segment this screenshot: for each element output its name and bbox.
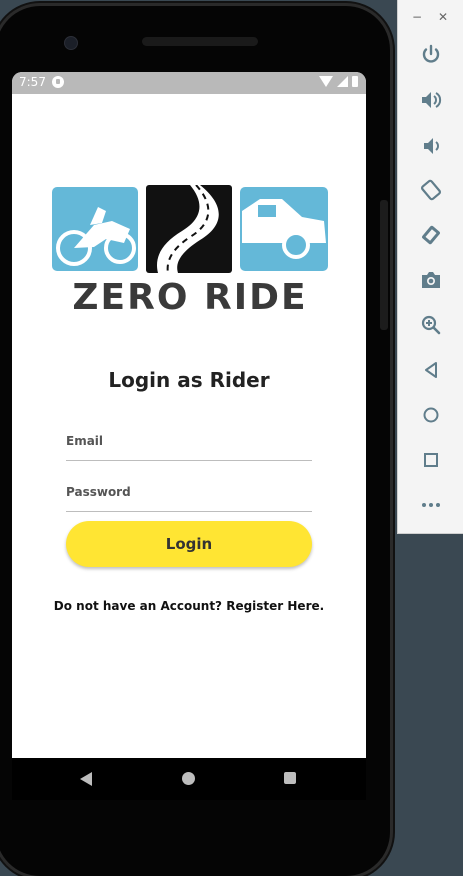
earpiece-speaker <box>142 37 258 46</box>
side-button <box>380 200 388 330</box>
password-field[interactable] <box>66 473 312 512</box>
emulator-toolbar: − ✕ <box>397 0 463 534</box>
camera-icon[interactable] <box>419 268 443 292</box>
signal-icon <box>337 76 348 87</box>
status-time: 7:57 <box>19 75 46 89</box>
nav-home-icon[interactable] <box>182 772 195 785</box>
front-camera <box>64 36 78 50</box>
password-input[interactable] <box>66 473 312 511</box>
zoom-icon[interactable] <box>419 313 443 337</box>
rotate-left-icon[interactable] <box>419 178 443 202</box>
page-title: Login as Rider <box>108 368 270 392</box>
notification-icon <box>52 76 64 88</box>
overview-icon[interactable] <box>419 448 443 472</box>
svg-text:ZERO RIDE: ZERO RIDE <box>72 277 307 315</box>
home-icon[interactable] <box>419 403 443 427</box>
status-icons <box>319 76 358 87</box>
volume-up-icon[interactable] <box>419 88 443 112</box>
more-icon[interactable] <box>419 493 443 517</box>
close-button[interactable]: ✕ <box>438 10 448 24</box>
status-bar: 7:57 <box>12 72 366 94</box>
register-link[interactable]: Do not have an Account? Register Here. <box>12 599 366 613</box>
battery-icon <box>352 76 358 87</box>
wifi-icon <box>319 76 333 87</box>
email-input[interactable] <box>66 422 312 460</box>
back-icon[interactable] <box>419 358 443 382</box>
power-icon[interactable] <box>419 43 443 67</box>
system-nav-bar <box>12 758 366 800</box>
zero-ride-logo: ZERO RIDE <box>52 185 328 315</box>
rotate-right-icon[interactable] <box>419 223 443 247</box>
login-button[interactable]: Login <box>66 521 312 567</box>
minimize-button[interactable]: − <box>412 10 422 24</box>
email-field[interactable] <box>66 422 312 461</box>
app-screen: 7:57 ZERO RIDE Login as Rider Email Logi… <box>12 72 366 758</box>
volume-down-icon[interactable] <box>419 134 443 158</box>
nav-back-icon[interactable] <box>80 772 92 786</box>
nav-recents-icon[interactable] <box>284 772 296 784</box>
